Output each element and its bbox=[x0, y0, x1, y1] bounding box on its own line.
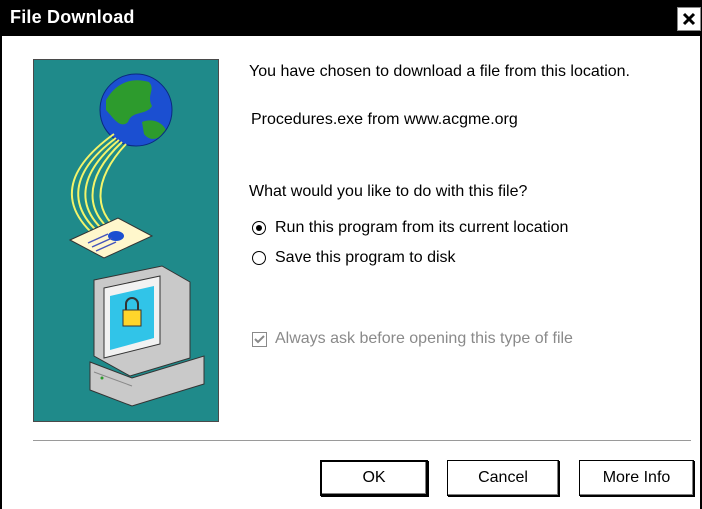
computer-lock-icon bbox=[89, 265, 205, 407]
more-info-button[interactable]: More Info bbox=[579, 460, 694, 496]
radio-icon[interactable] bbox=[252, 251, 266, 265]
download-illustration bbox=[33, 59, 219, 422]
run-program-label: Run this program from its current locati… bbox=[275, 219, 569, 236]
title-bar: File Download bbox=[2, 0, 702, 36]
run-program-option[interactable]: Run this program from its current locati… bbox=[252, 219, 568, 237]
close-icon bbox=[682, 12, 696, 26]
file-source-text: Procedures.exe from www.acgme.org bbox=[251, 111, 518, 128]
intro-text: You have chosen to download a file from … bbox=[249, 63, 630, 80]
question-text: What would you like to do with this file… bbox=[249, 183, 528, 200]
save-to-disk-option[interactable]: Save this program to disk bbox=[252, 249, 456, 267]
ok-button[interactable]: OK bbox=[320, 460, 428, 496]
file-download-dialog: File Download You have chosen to downloa… bbox=[0, 0, 702, 509]
save-to-disk-label: Save this program to disk bbox=[275, 249, 456, 266]
checkbox-icon bbox=[252, 331, 267, 347]
always-ask-label: Always ask before opening this type of f… bbox=[275, 330, 573, 347]
document-icon bbox=[68, 217, 154, 259]
radio-icon[interactable] bbox=[252, 221, 266, 235]
always-ask-checkbox-row: Always ask before opening this type of f… bbox=[252, 330, 573, 348]
window-title: File Download bbox=[10, 7, 135, 27]
cancel-button[interactable]: Cancel bbox=[447, 460, 559, 496]
close-button[interactable] bbox=[677, 7, 701, 31]
divider bbox=[33, 440, 691, 444]
